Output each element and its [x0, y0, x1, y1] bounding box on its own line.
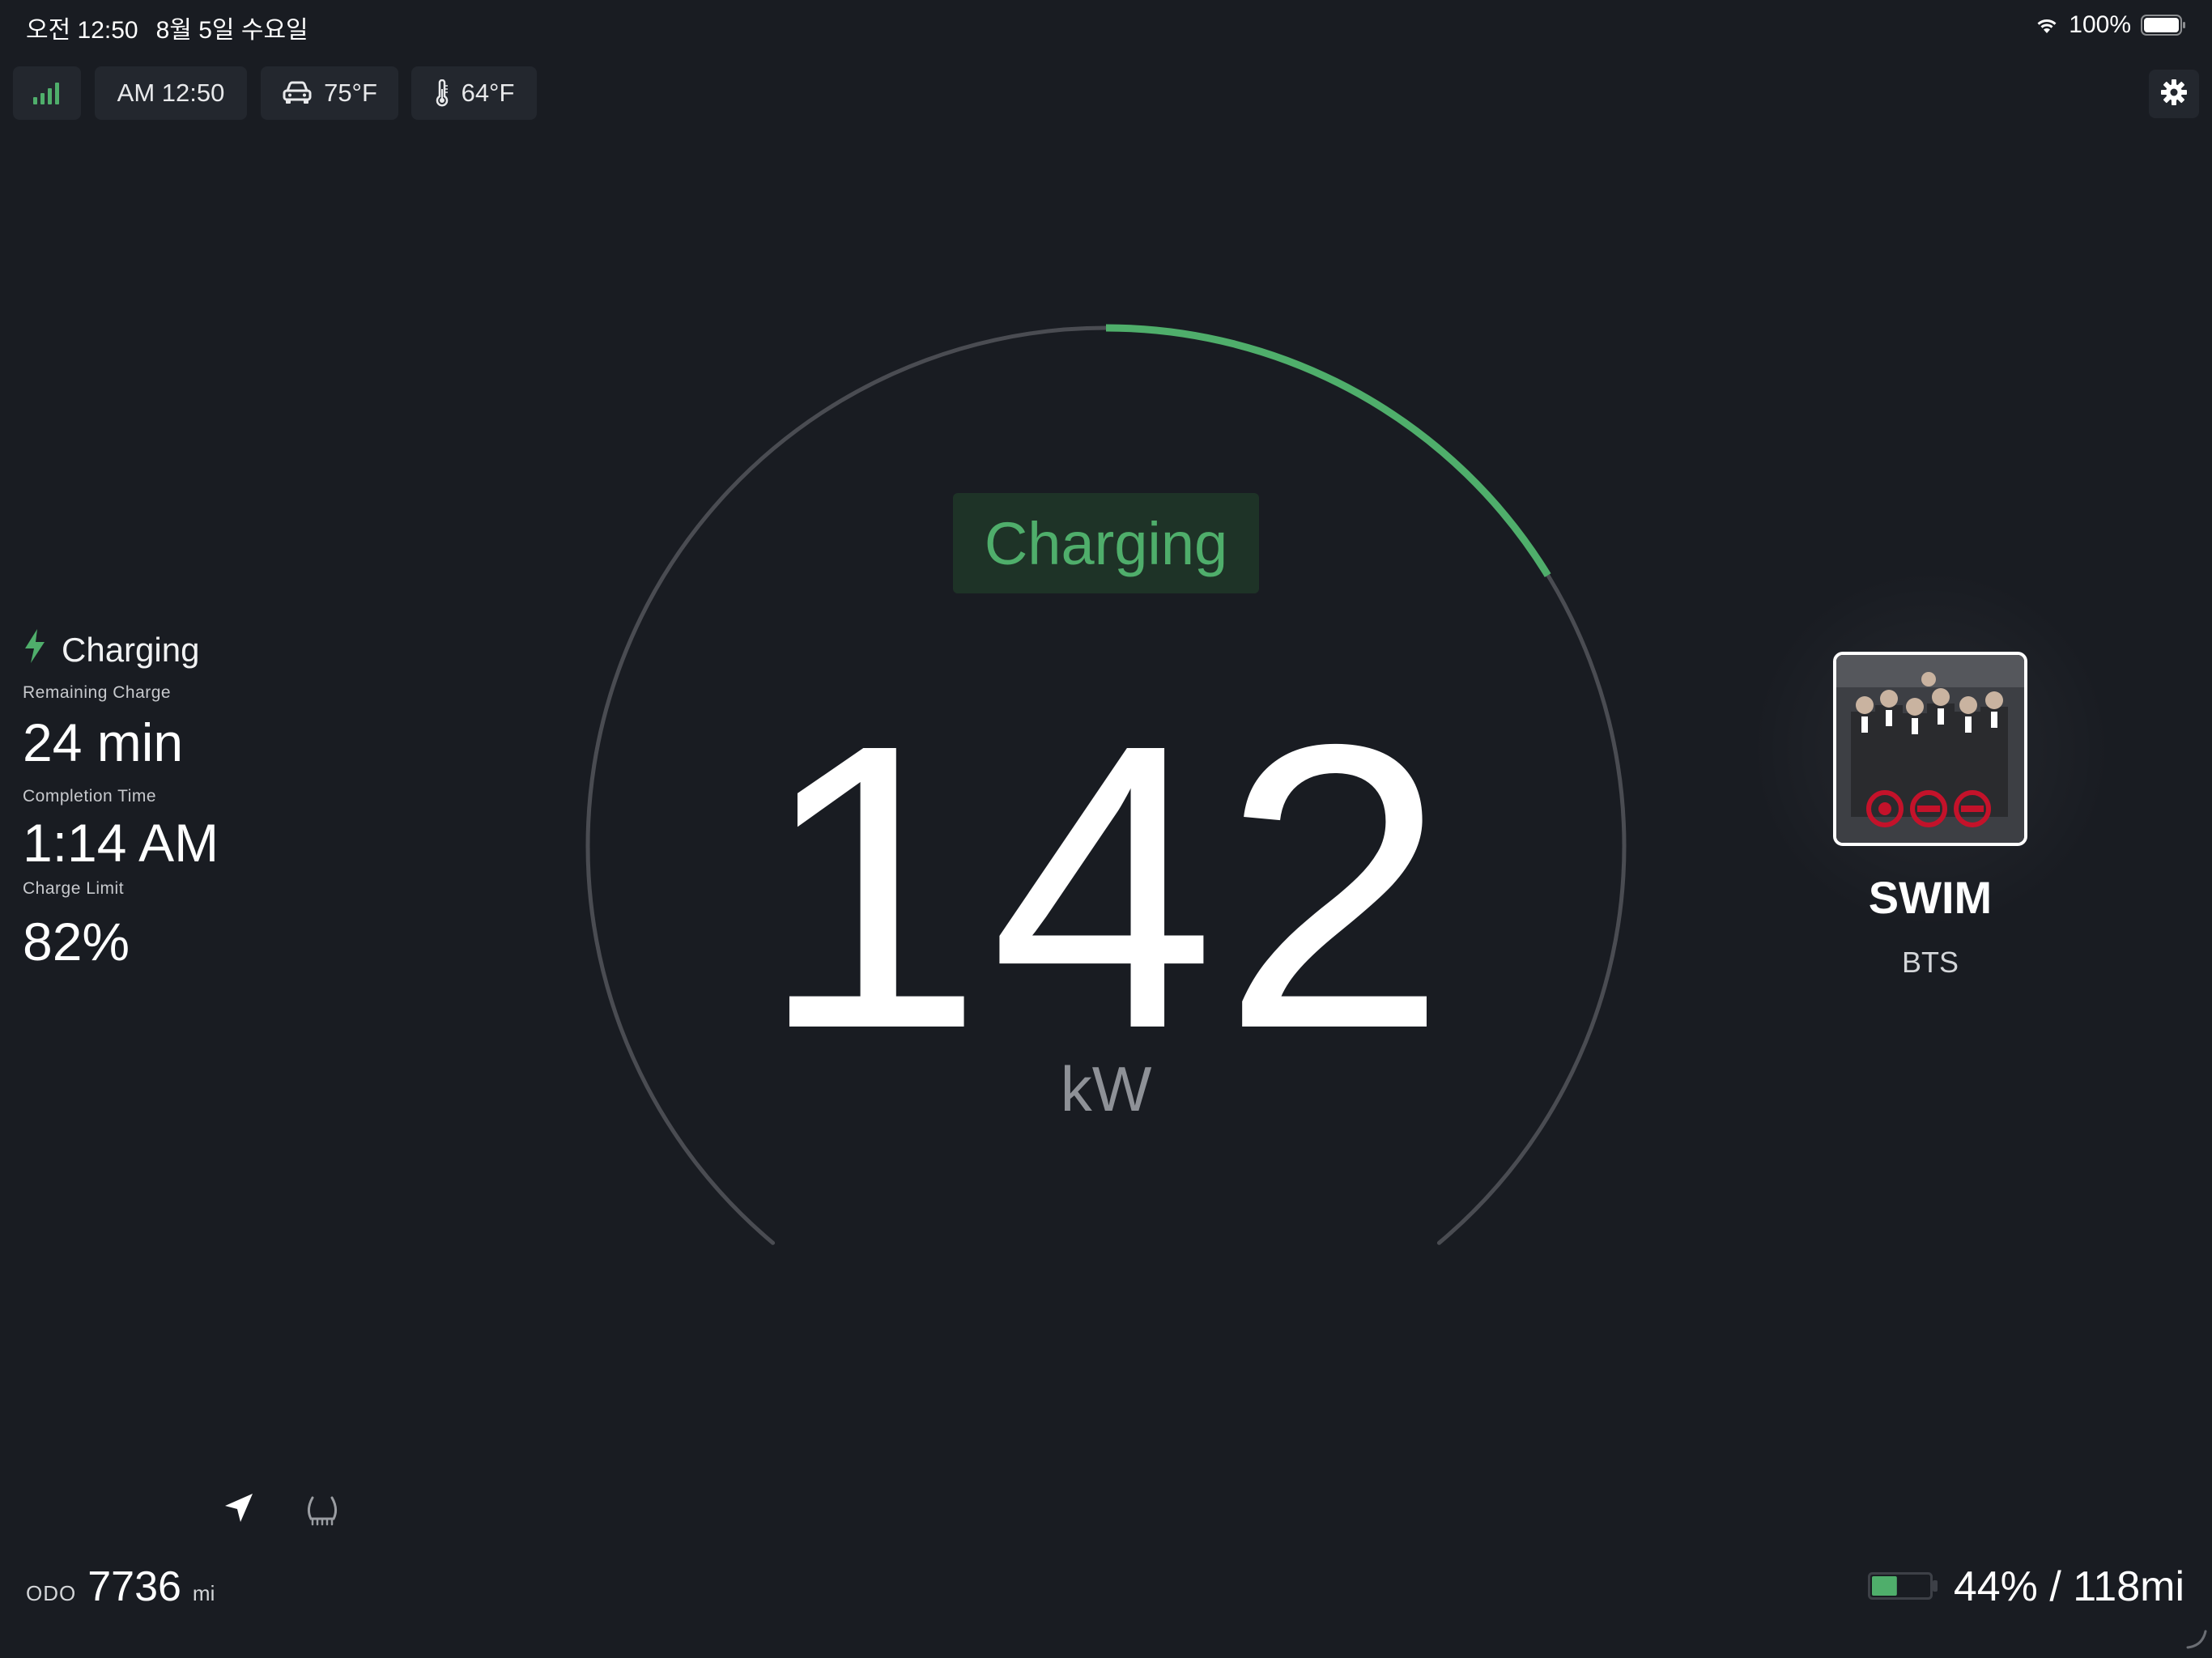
resize-corner-icon [2184, 1626, 2207, 1653]
tire-pressure-icon[interactable] [304, 1493, 340, 1533]
album-cover-image [1836, 655, 2024, 843]
charging-power-unit: kW [1060, 1053, 1152, 1124]
vehicle-battery: 44% / 118mi [1867, 1562, 2184, 1611]
vehicle-battery-icon [1867, 1562, 1939, 1611]
odometer-value: 7736 [87, 1563, 181, 1610]
vehicle-battery-fill [1871, 1576, 1897, 1596]
vehicle-battery-text: 44% / 118mi [1953, 1563, 2184, 1610]
odometer: ODO 7736 mi [26, 1562, 215, 1611]
track-artist: BTS [1901, 946, 1959, 979]
navigation-arrow-icon[interactable] [222, 1491, 256, 1529]
charging-status-badge: Charging [953, 493, 1259, 593]
album-art[interactable] [1833, 652, 2027, 846]
odometer-label: ODO [26, 1581, 77, 1605]
charging-status-text: Charging [984, 509, 1228, 577]
screen: 오전 12:50 8월 5일 수요일 100% AM 12:50 75°F 64… [0, 0, 2212, 1658]
track-title: SWIM [1868, 872, 1993, 923]
odometer-unit: mi [192, 1581, 215, 1605]
